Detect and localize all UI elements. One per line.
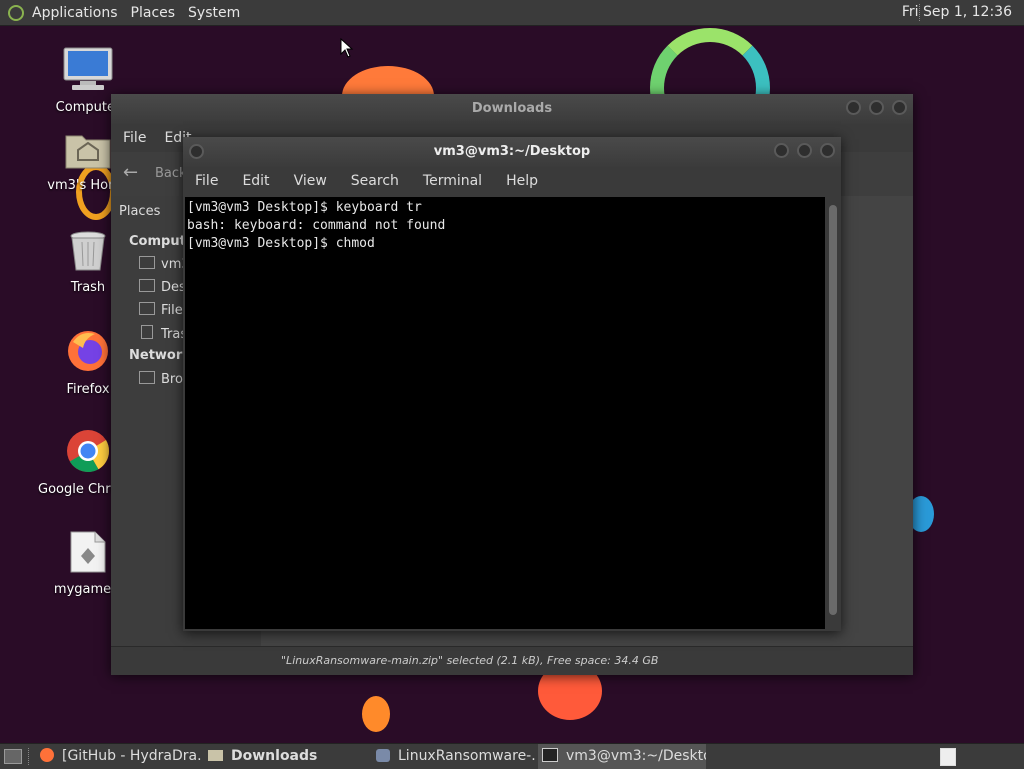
- terminal-window: vm3@vm3:~/Desktop File Edit View Search …: [183, 137, 841, 631]
- back-arrow-icon[interactable]: ←: [123, 162, 138, 183]
- taskbar-item-downloads[interactable]: Downloads: [204, 744, 368, 769]
- show-desktop-icon[interactable]: [4, 749, 22, 764]
- taskbar-item-label: Downloads: [231, 748, 318, 764]
- taskbar-item-terminal[interactable]: vm3@vm3:~/Desktop: [538, 744, 706, 769]
- menu-edit[interactable]: Edit: [230, 173, 281, 189]
- taskbar-item-archive[interactable]: LinuxRansomware-...: [370, 744, 536, 769]
- terminal-screen[interactable]: [vm3@vm3 Desktop]$ keyboard tr bash: key…: [185, 197, 825, 629]
- computer-icon: [63, 47, 113, 90]
- status-text: "LinuxRansomware-main.zip" selected (2.1…: [281, 654, 659, 667]
- window-title: vm3@vm3:~/Desktop: [433, 144, 591, 159]
- taskbar-item-firefox[interactable]: [GitHub - HydraDra...: [34, 744, 202, 769]
- drive-icon: [139, 302, 155, 315]
- taskbar: [GitHub - HydraDra... Downloads LinuxRan…: [0, 743, 1024, 769]
- taskbar-item-label: [GitHub - HydraDra...: [62, 748, 202, 764]
- terminal-line: [vm3@vm3 Desktop]$ keyboard tr: [187, 200, 422, 215]
- close-button[interactable]: [820, 143, 835, 158]
- workspace-switcher[interactable]: [940, 748, 956, 766]
- menu-help[interactable]: Help: [494, 173, 550, 189]
- close-button[interactable]: [892, 100, 907, 115]
- terminal-line: bash: keyboard: command not found: [187, 218, 446, 233]
- terminal-icon: [542, 748, 558, 762]
- sidebar-heading-network: Network: [129, 348, 191, 363]
- taskbar-separator: [28, 748, 29, 765]
- maximize-button[interactable]: [869, 100, 884, 115]
- network-icon: [139, 371, 155, 384]
- folder-icon: [208, 750, 223, 761]
- minimize-button[interactable]: [846, 100, 861, 115]
- trash-icon: [141, 325, 153, 339]
- clock[interactable]: Fri Sep 1, 12:36: [902, 4, 1012, 20]
- back-button[interactable]: Back: [155, 166, 187, 181]
- terminal-scrollbar[interactable]: [827, 197, 839, 629]
- scrollbar-thumb[interactable]: [829, 205, 837, 615]
- home-icon: [139, 256, 155, 269]
- taskbar-item-label: vm3@vm3:~/Desktop: [566, 748, 706, 764]
- distro-logo-icon[interactable]: [8, 4, 24, 21]
- terminal-menubar: File Edit View Search Terminal Help: [183, 167, 841, 195]
- system-menu[interactable]: System: [188, 5, 240, 21]
- desktop-icon: [139, 279, 155, 292]
- archive-icon: [376, 749, 390, 762]
- window-menu-button[interactable]: [189, 144, 204, 159]
- menu-search[interactable]: Search: [339, 173, 411, 189]
- downloads-titlebar[interactable]: Downloads: [111, 94, 913, 124]
- minimize-button[interactable]: [774, 143, 789, 158]
- terminal-line: [vm3@vm3 Desktop]$ chmod: [187, 236, 375, 251]
- applications-menu[interactable]: Applications: [32, 5, 118, 21]
- maximize-button[interactable]: [797, 143, 812, 158]
- firefox-icon: [40, 748, 54, 762]
- trash-icon: [70, 231, 106, 271]
- mouse-pointer-icon: [340, 38, 354, 58]
- chrome-icon: [67, 430, 110, 473]
- places-menu[interactable]: Places: [131, 5, 176, 21]
- decor-orange-small: [362, 696, 390, 732]
- top-panel: Applications Places System Fri Sep 1, 12…: [0, 0, 1024, 26]
- script-file-icon: [70, 531, 106, 573]
- status-bar: "LinuxRansomware-main.zip" selected (2.1…: [111, 646, 913, 675]
- firefox-icon: [68, 331, 108, 371]
- home-folder-icon: [65, 135, 111, 169]
- sidebar-header[interactable]: Places: [119, 204, 160, 219]
- menu-file[interactable]: File: [183, 173, 230, 189]
- taskbar-item-label: LinuxRansomware-...: [398, 748, 536, 764]
- window-title: Downloads: [471, 101, 553, 116]
- menu-terminal[interactable]: Terminal: [411, 173, 494, 189]
- terminal-titlebar[interactable]: vm3@vm3:~/Desktop: [183, 137, 841, 167]
- menu-view[interactable]: View: [282, 173, 339, 189]
- menu-file[interactable]: File: [111, 130, 158, 146]
